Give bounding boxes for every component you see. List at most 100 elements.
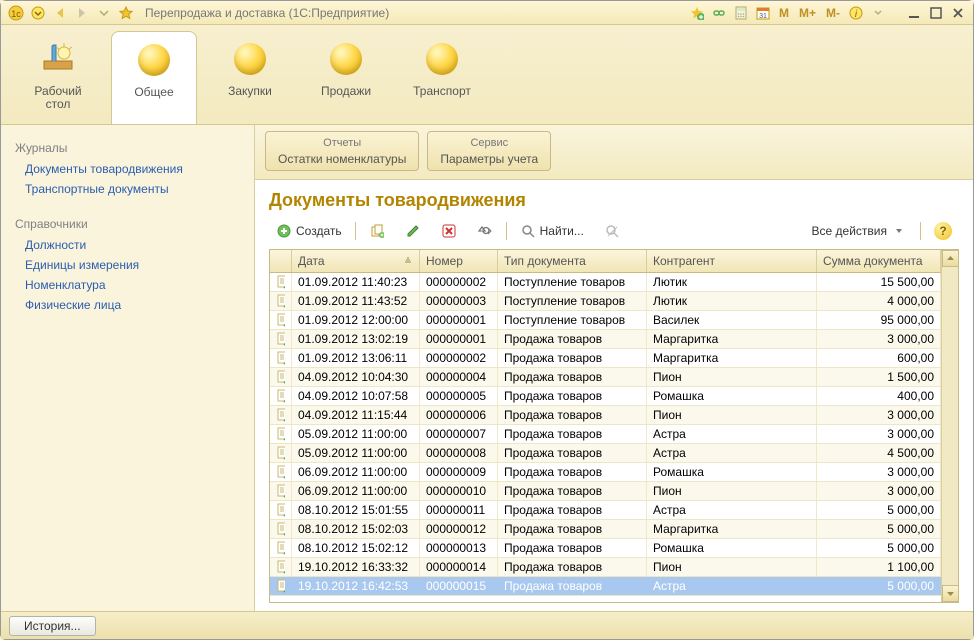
- table-row[interactable]: 05.09.2012 11:00:00000000007Продажа това…: [270, 425, 941, 444]
- main-tab-транспорт[interactable]: Транспорт: [399, 31, 485, 124]
- cell-sum: 3 000,00: [817, 330, 941, 348]
- copy-button[interactable]: [362, 220, 392, 242]
- cell-counterparty: Пион: [647, 406, 817, 424]
- cell-counterparty: Ромашка: [647, 463, 817, 481]
- calculator-icon[interactable]: [732, 4, 750, 22]
- cell-number: 000000013: [420, 539, 498, 557]
- sidebar-link[interactable]: Единицы измерения: [15, 255, 240, 275]
- reports-button[interactable]: Отчеты Остатки номенклатуры: [265, 131, 419, 171]
- table-row[interactable]: 08.10.2012 15:02:03000000012Продажа това…: [270, 520, 941, 539]
- window-maximize-icon[interactable]: [927, 5, 945, 21]
- nav-menu-icon[interactable]: [95, 4, 113, 22]
- cell-sum: 600,00: [817, 349, 941, 367]
- table-row[interactable]: 06.09.2012 11:00:00000000009Продажа това…: [270, 463, 941, 482]
- window-minimize-icon[interactable]: [905, 5, 923, 21]
- document-icon: [270, 368, 292, 386]
- main-tab-общее[interactable]: Общее: [111, 31, 197, 124]
- table-row[interactable]: 04.09.2012 11:15:44000000006Продажа това…: [270, 406, 941, 425]
- cell-date: 05.09.2012 11:00:00: [292, 444, 420, 462]
- window-close-icon[interactable]: [949, 5, 967, 21]
- info-icon[interactable]: i: [847, 4, 865, 22]
- cell-sum: 3 000,00: [817, 406, 941, 424]
- favorites-add-icon[interactable]: [688, 4, 706, 22]
- table-row[interactable]: 19.10.2012 16:33:32000000014Продажа това…: [270, 558, 941, 577]
- all-actions-button[interactable]: Все действия: [805, 220, 914, 242]
- column-counterparty[interactable]: Контрагент: [647, 250, 817, 272]
- table-scrollbar[interactable]: [941, 250, 958, 602]
- column-number[interactable]: Номер: [420, 250, 498, 272]
- cell-date: 04.09.2012 11:15:44: [292, 406, 420, 424]
- cell-number: 000000009: [420, 463, 498, 481]
- page-toolbar: Создать Найти... Все действия ?: [255, 215, 973, 249]
- nav-back-icon[interactable]: [51, 4, 69, 22]
- table-row[interactable]: 19.10.2012 16:42:53000000015Продажа това…: [270, 577, 941, 596]
- calendar-icon[interactable]: 31: [754, 4, 772, 22]
- delete-button[interactable]: [434, 220, 464, 242]
- table-row[interactable]: 06.09.2012 11:00:00000000010Продажа това…: [270, 482, 941, 501]
- sidebar-link[interactable]: Документы товародвижения: [15, 159, 240, 179]
- table-row[interactable]: 01.09.2012 11:40:23000000002Поступление …: [270, 273, 941, 292]
- cell-sum: 5 000,00: [817, 501, 941, 519]
- find-button[interactable]: Найти...: [513, 220, 591, 242]
- main-tab-продажи[interactable]: Продажи: [303, 31, 389, 124]
- table-row[interactable]: 04.09.2012 10:04:30000000004Продажа това…: [270, 368, 941, 387]
- cell-number: 000000012: [420, 520, 498, 538]
- nav-forward-icon[interactable]: [73, 4, 91, 22]
- memory-mminus-button[interactable]: M-: [823, 6, 843, 20]
- cell-sum: 95 000,00: [817, 311, 941, 329]
- cell-number: 000000005: [420, 387, 498, 405]
- cell-type: Поступление товаров: [498, 273, 647, 291]
- table-row[interactable]: 04.09.2012 10:07:58000000005Продажа това…: [270, 387, 941, 406]
- table-row[interactable]: 01.09.2012 13:06:11000000002Продажа това…: [270, 349, 941, 368]
- app-menu-icon[interactable]: 1c: [7, 4, 25, 22]
- refresh-button[interactable]: [470, 220, 500, 242]
- main-tab-рабочий-стол[interactable]: Рабочийстол: [15, 31, 101, 124]
- cell-sum: 4 500,00: [817, 444, 941, 462]
- help-button[interactable]: ?: [927, 219, 959, 243]
- table-row[interactable]: 01.09.2012 12:00:00000000001Поступление …: [270, 311, 941, 330]
- sidebar-link[interactable]: Физические лица: [15, 295, 240, 315]
- cell-date: 01.09.2012 12:00:00: [292, 311, 420, 329]
- cell-type: Продажа товаров: [498, 539, 647, 557]
- link-icon[interactable]: [710, 4, 728, 22]
- column-type[interactable]: Тип документа: [498, 250, 647, 272]
- memory-mplus-button[interactable]: M+: [796, 6, 819, 20]
- cell-type: Продажа товаров: [498, 387, 647, 405]
- favorite-star-icon[interactable]: [117, 4, 135, 22]
- cell-number: 000000010: [420, 482, 498, 500]
- table-row[interactable]: 01.09.2012 11:43:52000000003Поступление …: [270, 292, 941, 311]
- table-row[interactable]: 08.10.2012 15:02:12000000013Продажа това…: [270, 539, 941, 558]
- cell-type: Продажа товаров: [498, 425, 647, 443]
- document-table: Дата Номер Тип документа Контрагент Сумм…: [269, 249, 959, 603]
- clear-find-button[interactable]: [597, 220, 627, 242]
- scroll-down-icon[interactable]: [942, 585, 959, 602]
- scroll-up-icon[interactable]: [942, 250, 959, 267]
- cell-counterparty: Лютик: [647, 292, 817, 310]
- info-dropdown-icon[interactable]: [869, 4, 887, 22]
- column-icon[interactable]: [270, 250, 292, 272]
- table-row[interactable]: 08.10.2012 15:01:55000000011Продажа това…: [270, 501, 941, 520]
- sidebar-link[interactable]: Должности: [15, 235, 240, 255]
- service-button[interactable]: Сервис Параметры учета: [427, 131, 551, 171]
- edit-button[interactable]: [398, 220, 428, 242]
- document-icon: [270, 444, 292, 462]
- cell-number: 000000003: [420, 292, 498, 310]
- sidebar-link[interactable]: Транспортные документы: [15, 179, 240, 199]
- window-title: Перепродажа и доставка (1С:Предприятие): [145, 6, 389, 20]
- create-button[interactable]: Создать: [269, 220, 349, 242]
- cell-type: Продажа товаров: [498, 444, 647, 462]
- sidebar-link[interactable]: Номенклатура: [15, 275, 240, 295]
- find-label: Найти...: [540, 224, 584, 238]
- main-tab-закупки[interactable]: Закупки: [207, 31, 293, 124]
- table-row[interactable]: 05.09.2012 11:00:00000000008Продажа това…: [270, 444, 941, 463]
- cell-date: 01.09.2012 13:02:19: [292, 330, 420, 348]
- history-button[interactable]: История...: [9, 616, 96, 636]
- cell-counterparty: Астра: [647, 425, 817, 443]
- column-date[interactable]: Дата: [292, 250, 420, 272]
- cell-date: 08.10.2012 15:02:12: [292, 539, 420, 557]
- dropdown-icon[interactable]: [29, 4, 47, 22]
- column-sum[interactable]: Сумма документа: [817, 250, 941, 272]
- submenu-bar: Отчеты Остатки номенклатуры Сервис Парам…: [255, 125, 973, 180]
- memory-m-button[interactable]: M: [776, 6, 792, 20]
- table-row[interactable]: 01.09.2012 13:02:19000000001Продажа това…: [270, 330, 941, 349]
